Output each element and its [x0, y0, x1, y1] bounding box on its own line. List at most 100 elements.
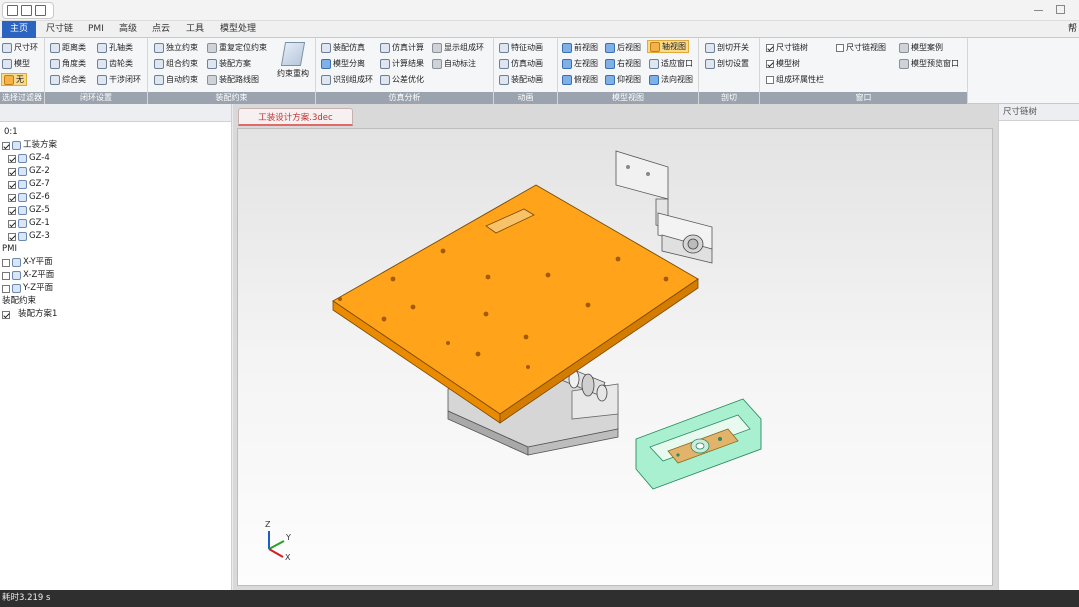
front-view-button[interactable]: 前视图 — [562, 41, 598, 54]
group-label: 剖切 — [699, 92, 759, 104]
assembly-path-button[interactable]: 装配路线图 — [207, 73, 259, 86]
chain-filter-button[interactable]: 尺寸环 — [2, 41, 38, 54]
right-view-button[interactable]: 右视图 — [605, 57, 641, 70]
maximize-button[interactable] — [1056, 5, 1065, 14]
normal-view-button[interactable]: 法向视图 — [649, 73, 693, 86]
distance-button[interactable]: 距离类 — [50, 41, 86, 54]
tree-pmi[interactable]: PMI — [2, 243, 17, 256]
checkbox-checked[interactable] — [8, 219, 16, 228]
left-view-icon — [562, 58, 572, 69]
print-icon[interactable] — [35, 5, 46, 16]
checkbox-checked[interactable] — [2, 141, 10, 150]
tree-plane[interactable]: X-Y平面 — [2, 256, 53, 269]
orange-plate-part[interactable] — [332, 184, 699, 424]
tab-advanced[interactable]: 高级 — [117, 21, 139, 38]
gear-button[interactable]: 齿轮类 — [97, 57, 133, 70]
tab-point-cloud[interactable]: 点云 — [150, 21, 172, 38]
chain-view-toggle[interactable]: 尺寸链视图 — [836, 41, 886, 54]
auto-mark-button[interactable]: 自动标注 — [432, 57, 476, 70]
chain-tree-toggle[interactable]: 尺寸链树 — [766, 41, 808, 54]
tree-part[interactable]: GZ-5 — [8, 204, 50, 217]
bottom-view-button[interactable]: 仰视图 — [605, 73, 641, 86]
tree-part[interactable]: GZ-7 — [8, 178, 50, 191]
left-view-button[interactable]: 左视图 — [562, 57, 598, 70]
none-filter-button[interactable]: 无 — [1, 73, 27, 86]
sim-anim-button[interactable]: 仿真动画 — [499, 57, 543, 70]
tree-plane[interactable]: Y-Z平面 — [2, 282, 53, 295]
calc-result-button[interactable]: 计算结果 — [380, 57, 424, 70]
assembly-plan-button[interactable]: 装配方案 — [207, 57, 251, 70]
axis-view-icon — [650, 41, 660, 52]
checkbox-checked[interactable] — [8, 206, 16, 215]
back-view-icon — [605, 42, 615, 53]
identify-loop-button[interactable]: 识别组成环 — [321, 73, 373, 86]
part-icon — [18, 193, 27, 202]
model-browse-button[interactable]: 模型预览窗口 — [899, 57, 959, 70]
tree-root[interactable]: 0:1 — [4, 126, 18, 139]
checkbox-checked[interactable] — [8, 180, 16, 189]
tree-plan[interactable]: 装配方案1 — [2, 308, 57, 321]
combo-button[interactable]: 综合类 — [50, 73, 86, 86]
tree-part[interactable]: GZ-4 — [8, 152, 50, 165]
tree-part[interactable]: GZ-6 — [8, 191, 50, 204]
section-toggle-button[interactable]: 剖切开关 — [705, 41, 749, 54]
wrench-icon — [207, 58, 217, 69]
selected-part[interactable] — [635, 398, 762, 490]
tab-dimension-chain[interactable]: 尺寸链 — [44, 21, 75, 38]
save-icon[interactable] — [7, 5, 18, 16]
tab-pmi[interactable]: PMI — [86, 21, 106, 38]
group-label: 动画 — [494, 92, 557, 104]
3d-viewport[interactable]: Z Y X — [237, 128, 993, 586]
checkbox-checked[interactable] — [8, 193, 16, 202]
independent-constraint-button[interactable]: 独立约束 — [154, 41, 198, 54]
section-settings-button[interactable]: 剖切设置 — [705, 57, 749, 70]
checkbox-unchecked[interactable] — [2, 258, 10, 267]
model-filter-button[interactable]: 模型 — [2, 57, 30, 70]
checkbox-unchecked[interactable] — [2, 271, 10, 280]
model-scene[interactable]: Z Y X — [238, 129, 993, 586]
assembly-sim-button[interactable]: 装配仿真 — [321, 41, 365, 54]
tab-tools[interactable]: 工具 — [184, 21, 206, 38]
axis-view-button[interactable]: 轴视图 — [647, 40, 689, 53]
tree-plane[interactable]: X-Z平面 — [2, 269, 54, 282]
tree-part[interactable]: GZ-1 — [8, 217, 50, 230]
checkbox-checked[interactable] — [8, 167, 16, 176]
tab-model-processing[interactable]: 模型处理 — [218, 21, 258, 38]
tree-fixture[interactable]: 工装方案 — [2, 139, 57, 152]
checkbox-checked[interactable] — [8, 232, 16, 241]
preview-icon — [899, 58, 909, 69]
tree-part[interactable]: GZ-2 — [8, 165, 50, 178]
auto-constraint-button[interactable]: 自动约束 — [154, 73, 198, 86]
fit-window-button[interactable]: 适应窗口 — [649, 57, 693, 70]
feature-anim-button[interactable]: 特征动画 — [499, 41, 543, 54]
checkbox-checked[interactable] — [8, 154, 16, 163]
angle-button[interactable]: 角度类 — [50, 57, 86, 70]
minimize-button[interactable] — [1034, 5, 1043, 11]
status-bar: 耗时3.219 s — [0, 590, 1079, 607]
checkbox-unchecked[interactable] — [2, 284, 10, 293]
none-icon — [4, 74, 14, 85]
assembly-anim-button[interactable]: 装配动画 — [499, 73, 543, 86]
tab-home[interactable]: 主页 — [2, 21, 37, 38]
hole-shaft-button[interactable]: 孔轴类 — [97, 41, 133, 54]
tree-part[interactable]: GZ-3 — [8, 230, 50, 243]
sim-calc-button[interactable]: 仿真计算 — [380, 41, 424, 54]
combined-constraint-button[interactable]: 组合约束 — [154, 57, 198, 70]
model-case-button[interactable]: 模型案例 — [899, 41, 943, 54]
checkbox-checked[interactable] — [2, 310, 10, 319]
help-menu[interactable]: 帮 — [1068, 21, 1077, 38]
back-view-button[interactable]: 后视图 — [605, 41, 641, 54]
loop-attr-toggle[interactable]: 组成环属性栏 — [766, 73, 824, 86]
relocate-constraint-button[interactable]: 重复定位约束 — [207, 41, 267, 54]
model-split-button[interactable]: 模型分离 — [321, 57, 365, 70]
document-tab[interactable]: 工装设计方案.3dec — [238, 108, 353, 126]
rebuild-constraint-button[interactable]: 约束重构 — [275, 40, 311, 90]
show-loop-button[interactable]: 显示组成环 — [432, 41, 484, 54]
tree-constraint[interactable]: 装配约束 — [2, 295, 36, 308]
tolerance-opt-button[interactable]: 公差优化 — [380, 73, 424, 86]
interference-button[interactable]: 干涉闭环 — [97, 73, 141, 86]
model-tree-toggle[interactable]: 模型树 — [766, 57, 800, 70]
mark-icon — [432, 58, 442, 69]
top-view-button[interactable]: 俯视图 — [562, 73, 598, 86]
undo-icon[interactable] — [21, 5, 32, 16]
